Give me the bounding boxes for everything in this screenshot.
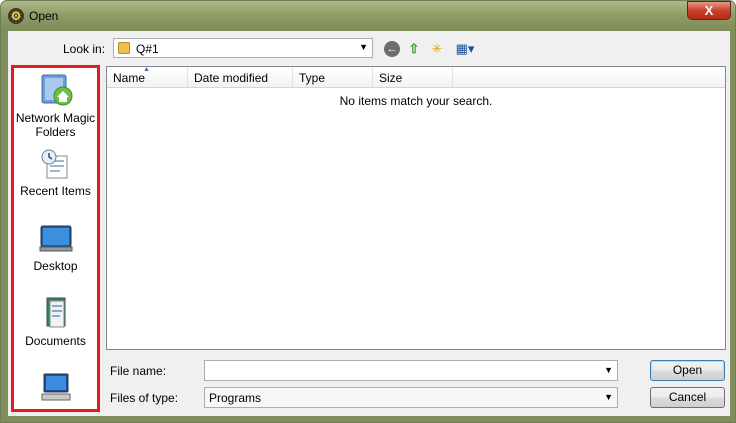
- column-header-size[interactable]: Size: [373, 67, 453, 88]
- up-folder-icon[interactable]: ⇧: [406, 41, 422, 57]
- filetype-select[interactable]: Programs ▼: [204, 387, 618, 408]
- lookin-combo[interactable]: Q#1 ▼: [113, 38, 373, 58]
- column-label: Size: [379, 71, 403, 85]
- close-icon: X: [704, 3, 714, 18]
- cancel-button[interactable]: Cancel: [650, 387, 725, 408]
- column-label: Date modified: [194, 71, 269, 85]
- open-dialog: ⚙ Open X Look in: Q#1 ▼ ← ⇧ ✳ ▦▾ Network…: [0, 0, 736, 423]
- open-button[interactable]: Open: [650, 360, 725, 381]
- folder-icon: [118, 42, 130, 54]
- sort-ascending-icon: ▲: [143, 66, 150, 73]
- place-label: Folders: [35, 125, 76, 139]
- title-bar[interactable]: ⚙ Open X: [1, 1, 735, 31]
- place-label: Documents: [25, 334, 86, 348]
- lookin-value: Q#1: [136, 42, 159, 56]
- column-header-type[interactable]: Type: [293, 67, 373, 88]
- filename-input[interactable]: ▼: [204, 360, 618, 381]
- documents-icon: [46, 297, 65, 328]
- column-header-filler: [453, 67, 725, 88]
- place-computer[interactable]: [14, 370, 97, 408]
- window-title: Open: [29, 9, 59, 23]
- column-label: Name: [113, 71, 146, 85]
- place-documents[interactable]: Documents: [14, 296, 97, 348]
- chevron-down-icon[interactable]: ▼: [604, 365, 613, 375]
- empty-message: No items match your search.: [339, 94, 493, 108]
- chevron-down-icon[interactable]: ▼: [359, 42, 368, 52]
- place-network-magic-folders[interactable]: Network Magic Folders: [14, 73, 97, 139]
- chevron-down-icon[interactable]: ▼: [604, 392, 613, 402]
- place-label: Recent Items: [20, 184, 91, 198]
- place-desktop[interactable]: Desktop: [14, 223, 97, 273]
- desktop-icon: [39, 225, 72, 252]
- filetype-label: Files of type:: [110, 391, 179, 405]
- close-button[interactable]: X: [687, 1, 731, 20]
- recent-items-icon: [41, 149, 67, 179]
- new-folder-icon[interactable]: ✳: [429, 41, 445, 57]
- places-bar: Network Magic Folders Recent Items Deskt…: [11, 65, 100, 412]
- place-label: Desktop: [33, 259, 78, 273]
- lookin-label: Look in:: [63, 42, 106, 56]
- dialog-body: Look in: Q#1 ▼ ← ⇧ ✳ ▦▾ Network Magic Fo…: [8, 31, 730, 416]
- column-label: Type: [299, 71, 326, 85]
- filename-label: File name:: [110, 364, 167, 378]
- place-label: Network Magic: [15, 111, 96, 125]
- app-icon: ⚙: [8, 8, 24, 24]
- computer-icon: [41, 373, 70, 401]
- column-header-date-modified[interactable]: Date modified: [188, 67, 293, 88]
- column-header-name[interactable]: Name ▲: [107, 66, 188, 88]
- back-icon[interactable]: ←: [384, 41, 400, 57]
- place-recent-items[interactable]: Recent Items: [14, 148, 97, 198]
- filetype-value: Programs: [209, 391, 262, 405]
- views-menu-icon[interactable]: ▦▾: [453, 41, 477, 57]
- network-magic-folders-icon: [41, 74, 72, 106]
- file-list[interactable]: Name ▲ Date modified Type Size No items …: [106, 66, 726, 350]
